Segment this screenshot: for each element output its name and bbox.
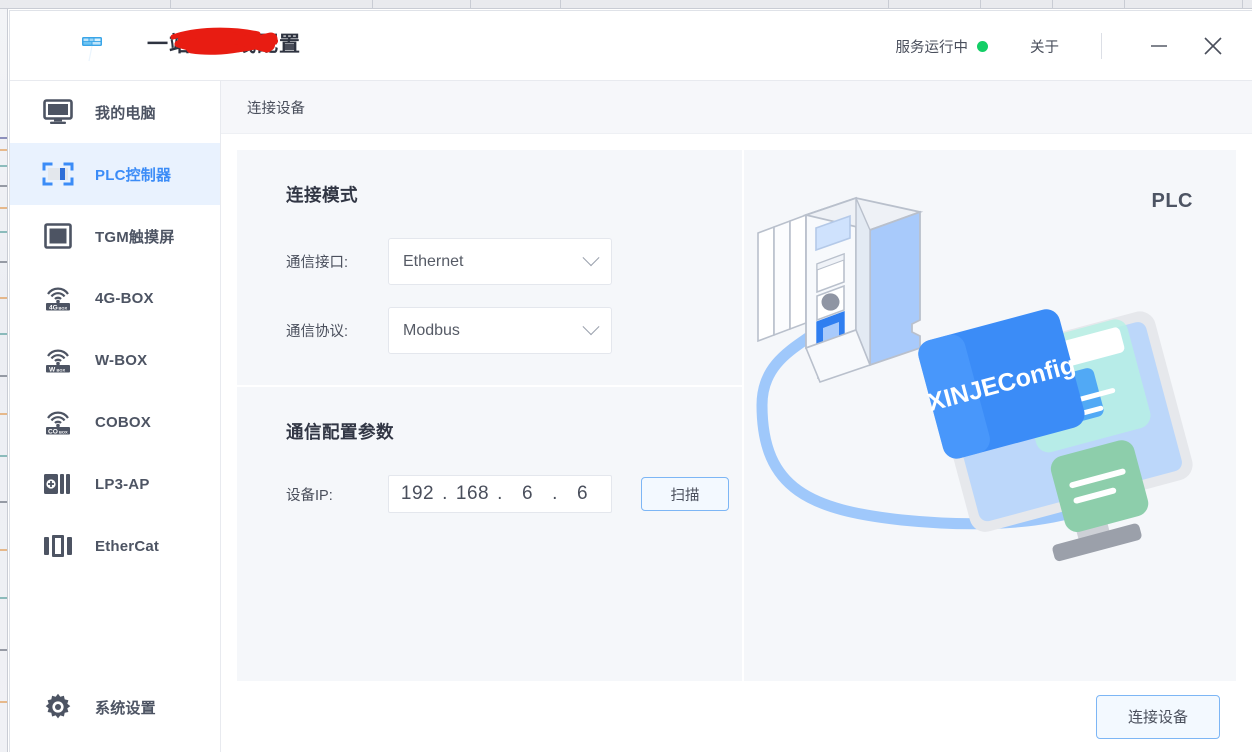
- plc-connection-illustration: XINJEConfig: [756, 196, 1193, 562]
- select-value: Modbus: [403, 321, 460, 339]
- sidebar-item-label: PLC控制器: [95, 166, 172, 184]
- select-value: Ethernet: [403, 252, 464, 270]
- comm-params-section: 通信配置参数 设备IP: 192 . 168 . 6 . 6 扫描: [237, 387, 742, 535]
- sidebar-item-system-settings[interactable]: 系统设置: [10, 676, 221, 738]
- svg-text:BOX: BOX: [59, 305, 68, 310]
- background-window-tabstrip: [0, 0, 1252, 9]
- field-label: 通信协议:: [286, 324, 349, 340]
- ip-octet-2[interactable]: 168: [451, 483, 495, 505]
- page-title: 一站式在线配置: [147, 33, 301, 56]
- sidebar-item-label: W-BOX: [95, 351, 148, 369]
- field-device-ip: 设备IP: 192 . 168 . 6 . 6 扫描: [286, 475, 742, 513]
- section-title: 通信配置参数: [286, 422, 394, 442]
- sidebar-item-cobox[interactable]: CO BOX COBOX: [10, 391, 220, 453]
- ip-separator: .: [552, 483, 558, 504]
- device-ip-input[interactable]: 192 . 168 . 6 . 6: [388, 475, 612, 513]
- sidebar-item-lp3-ap[interactable]: LP3-AP: [10, 453, 220, 515]
- minimize-icon: [1151, 45, 1167, 47]
- chevron-down-icon: [582, 317, 600, 335]
- breadcrumb-label: 连接设备: [247, 100, 305, 117]
- field-comm-protocol: 通信协议: Modbus: [286, 307, 742, 354]
- field-comm-interface: 通信接口: Ethernet: [286, 238, 742, 285]
- connection-mode-section: 连接模式 通信接口: Ethernet 通信协议: Modbus: [237, 150, 742, 385]
- plc-icon: [40, 158, 76, 190]
- comm-protocol-select[interactable]: Modbus: [388, 307, 612, 354]
- sidebar-item-my-computer[interactable]: 我的电脑: [10, 81, 220, 143]
- gear-icon: [40, 691, 76, 723]
- lp3-ap-icon: [40, 468, 76, 500]
- sidebar-item-plc-controller[interactable]: PLC控制器: [10, 143, 220, 205]
- illustration-pane: PLC XINJEConfig: [742, 150, 1236, 681]
- sidebar-item-label: TGM触摸屏: [95, 228, 175, 246]
- about-button[interactable]: 关于: [1030, 36, 1059, 57]
- svg-text:CO: CO: [48, 428, 58, 435]
- service-status-label: 服务运行中: [895, 39, 969, 56]
- sidebar-item-w-box[interactable]: W BOX W-BOX: [10, 329, 220, 391]
- ip-separator: .: [497, 483, 503, 504]
- application-window: 一站式在线配置 服务运行中 关于 我的电脑 PLC控制器 TGM触摸屏 4G B…: [9, 10, 1252, 752]
- sidebar-item-ethercat[interactable]: EtherCat: [10, 515, 220, 577]
- sidebar-item-label: 系统设置: [95, 699, 156, 717]
- sidebar-item-tgm-touchscreen[interactable]: TGM触摸屏: [10, 205, 220, 267]
- titlebar-divider: [1101, 33, 1102, 59]
- ip-separator: .: [442, 483, 448, 504]
- comm-interface-select[interactable]: Ethernet: [388, 238, 612, 285]
- scan-button[interactable]: 扫描: [641, 477, 729, 511]
- sidebar-item-label: EtherCat: [95, 537, 160, 555]
- touchpanel-icon: [40, 220, 76, 252]
- sidebar-item-label: 4G-BOX: [95, 289, 154, 307]
- breadcrumb: 连接设备: [221, 81, 1252, 134]
- title-bar: 一站式在线配置 服务运行中 关于: [10, 11, 1252, 81]
- sidebar-item-4g-box[interactable]: 4G BOX 4G-BOX: [10, 267, 220, 329]
- content-area: 连接设备 连接模式 通信接口: Ethernet 通信协议: Modbus 通信…: [221, 81, 1252, 752]
- 4g-box-icon: 4G BOX: [40, 282, 76, 314]
- close-icon: [1204, 37, 1222, 55]
- footer-bar: 连接设备: [221, 681, 1252, 752]
- close-button[interactable]: [1186, 11, 1240, 81]
- section-title: 连接模式: [286, 185, 358, 205]
- ip-octet-1[interactable]: 192: [396, 483, 440, 505]
- sidebar: 我的电脑 PLC控制器 TGM触摸屏 4G BOX 4G-BOX W BOX W…: [10, 81, 221, 752]
- background-window-edge: [0, 9, 8, 752]
- status-badge: 服务运行中: [895, 36, 988, 57]
- titlebar-controls: 服务运行中 关于: [896, 11, 1252, 81]
- svg-text:4G: 4G: [49, 304, 58, 311]
- svg-text:BOX: BOX: [57, 367, 66, 372]
- connection-form-pane: 连接模式 通信接口: Ethernet 通信协议: Modbus 通信配置参数 …: [237, 150, 742, 681]
- minimize-button[interactable]: [1132, 11, 1186, 81]
- co-box-icon: CO BOX: [40, 406, 76, 438]
- chevron-down-icon: [582, 248, 600, 266]
- connect-device-button[interactable]: 连接设备: [1096, 694, 1220, 739]
- xinje-logo-icon: [76, 34, 108, 62]
- field-label: 通信接口:: [286, 255, 349, 271]
- ip-octet-3[interactable]: 6: [506, 483, 550, 505]
- sidebar-item-label: COBOX: [95, 413, 152, 431]
- ethercat-icon: [40, 530, 76, 562]
- svg-text:BOX: BOX: [59, 429, 68, 434]
- w-box-icon: W BOX: [40, 344, 76, 376]
- field-label: 设备IP:: [286, 487, 333, 504]
- sidebar-item-label: LP3-AP: [95, 475, 150, 493]
- window-body: 我的电脑 PLC控制器 TGM触摸屏 4G BOX 4G-BOX W BOX W…: [10, 81, 1252, 752]
- ip-octet-4[interactable]: 6: [561, 483, 605, 505]
- sidebar-item-label: 我的电脑: [95, 104, 156, 122]
- status-dot-icon: [977, 40, 988, 52]
- monitor-icon: [40, 96, 76, 128]
- svg-text:W: W: [49, 366, 56, 373]
- panes-container: 连接模式 通信接口: Ethernet 通信协议: Modbus 通信配置参数 …: [221, 134, 1252, 681]
